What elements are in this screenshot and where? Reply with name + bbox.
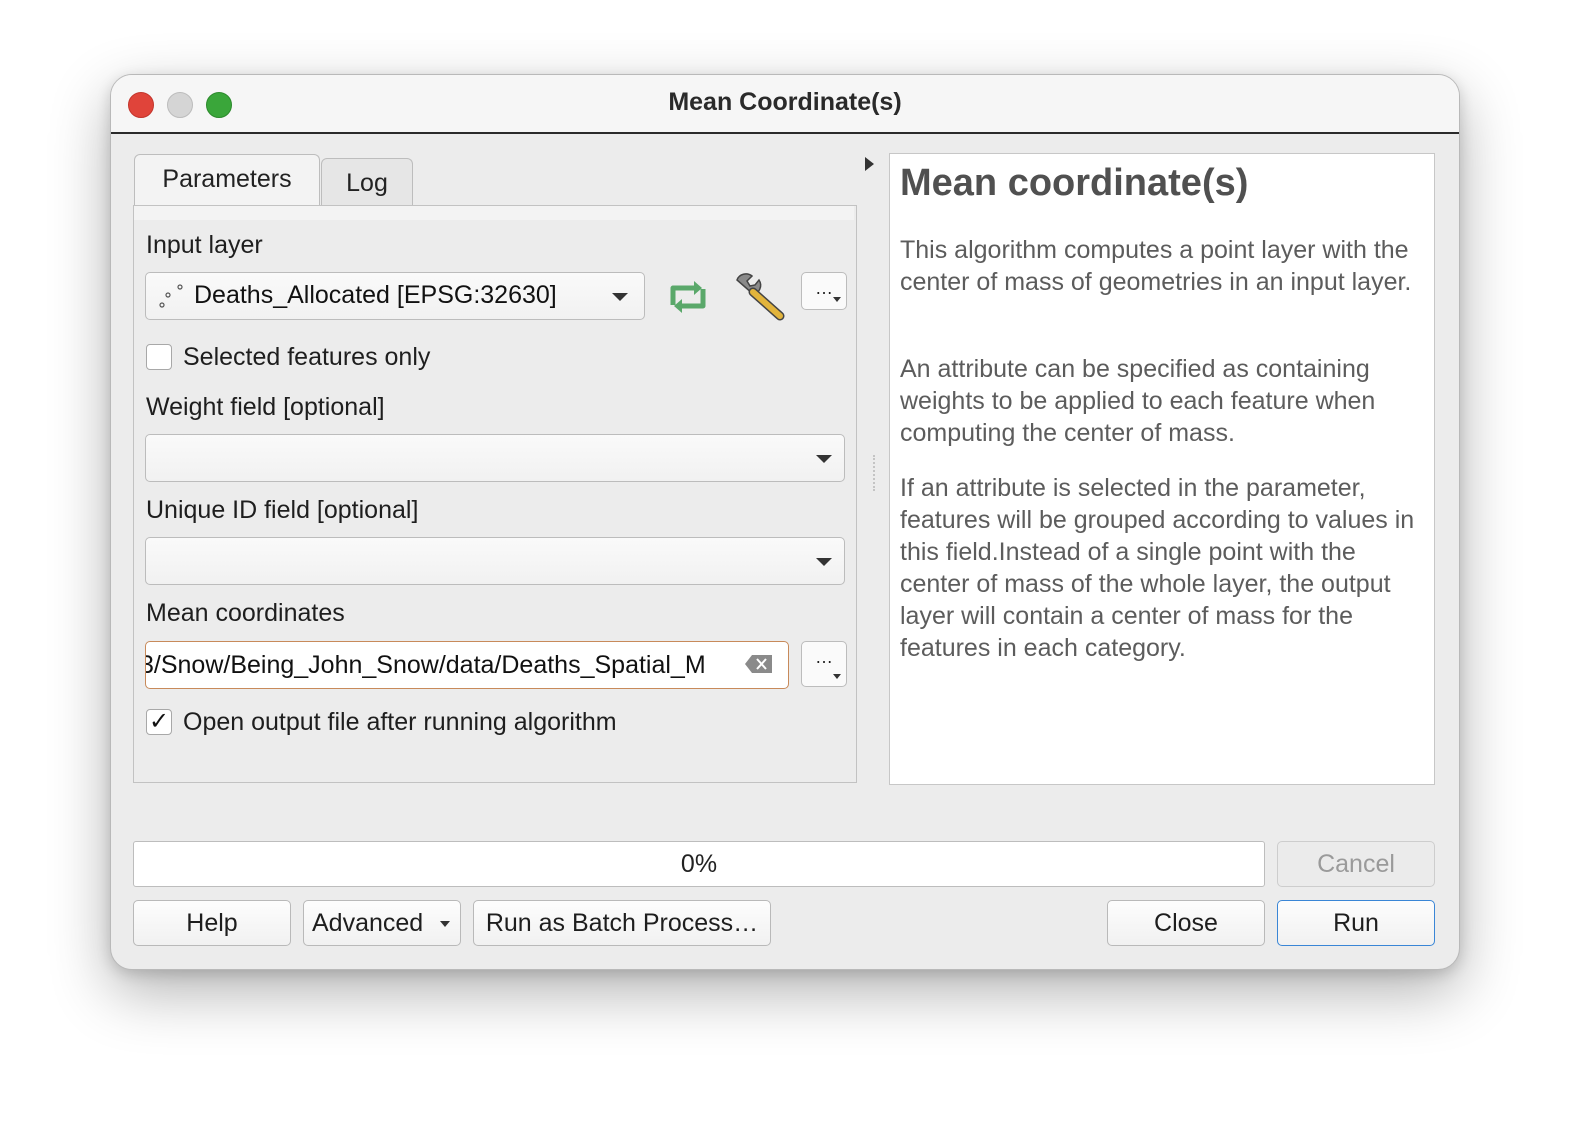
window-title: Mean Coordinate(s)	[668, 88, 902, 116]
advanced-label: Advanced	[312, 909, 424, 937]
chevron-down-icon	[612, 293, 628, 301]
help-title: Mean coordinate(s)	[900, 162, 1249, 204]
chevron-down-icon	[816, 455, 832, 463]
dialog-window: Mean Coordinate(s) Parameters Log Input …	[110, 74, 1460, 970]
collapse-arrow-icon[interactable]	[865, 157, 874, 171]
tab-log[interactable]: Log	[321, 158, 413, 207]
panel-header-band	[134, 206, 854, 220]
cancel-button[interactable]: Cancel	[1277, 841, 1435, 887]
help-paragraph-3: If an attribute is selected in the param…	[900, 474, 1415, 662]
run-button[interactable]: Run	[1277, 900, 1435, 946]
input-layer-options-button[interactable]: …	[801, 272, 847, 310]
selected-features-label: Selected features only	[183, 343, 431, 371]
ellipsis-label: …	[815, 647, 833, 667]
progress-bar: 0%	[133, 841, 1265, 887]
help-button[interactable]: Help	[133, 900, 291, 946]
clear-icon[interactable]	[744, 654, 774, 674]
chevron-down-icon	[833, 674, 841, 679]
ellipsis-label: …	[815, 278, 833, 298]
mean-coordinates-output-field[interactable]: 3/Snow/Being_John_Snow/data/Deaths_Spati…	[145, 641, 789, 689]
tab-parameters[interactable]: Parameters	[134, 154, 320, 207]
input-layer-value: Deaths_Allocated [EPSG:32630]	[194, 281, 557, 309]
help-paragraph-1: This algorithm computes a point layer wi…	[900, 236, 1412, 296]
title-bar: Mean Coordinate(s)	[111, 75, 1459, 134]
open-output-checkbox[interactable]: ✓	[146, 709, 172, 735]
advanced-button[interactable]: Advanced	[303, 900, 461, 946]
unique-id-combo[interactable]	[145, 537, 845, 585]
chevron-down-icon	[816, 558, 832, 566]
weight-field-label: Weight field [optional]	[146, 393, 385, 421]
run-batch-button[interactable]: Run as Batch Process…	[473, 900, 771, 946]
chevron-down-icon	[833, 297, 841, 302]
mean-coordinates-browse-button[interactable]: …	[801, 641, 847, 687]
input-layer-label: Input layer	[146, 231, 263, 259]
unique-id-label: Unique ID field [optional]	[146, 496, 419, 524]
weight-field-combo[interactable]	[145, 434, 845, 482]
panel-splitter[interactable]	[873, 455, 877, 491]
mean-coordinates-label: Mean coordinates	[146, 599, 345, 627]
selected-features-checkbox[interactable]	[146, 344, 172, 370]
help-pane: Mean coordinate(s) This algorithm comput…	[889, 153, 1435, 785]
close-button[interactable]: Close	[1107, 900, 1265, 946]
mean-coordinates-path: 3/Snow/Being_John_Snow/data/Deaths_Spati…	[145, 651, 706, 679]
help-paragraph-2: An attribute can be specified as contain…	[900, 355, 1376, 447]
chevron-down-icon	[440, 921, 450, 927]
wrench-icon[interactable]	[733, 272, 787, 324]
open-output-label: Open output file after running algorithm	[183, 708, 617, 736]
input-layer-combo[interactable]: Deaths_Allocated [EPSG:32630]	[145, 272, 645, 320]
refresh-icon[interactable]	[664, 275, 712, 319]
point-layer-icon	[159, 284, 183, 308]
progress-text: 0%	[680, 850, 718, 878]
